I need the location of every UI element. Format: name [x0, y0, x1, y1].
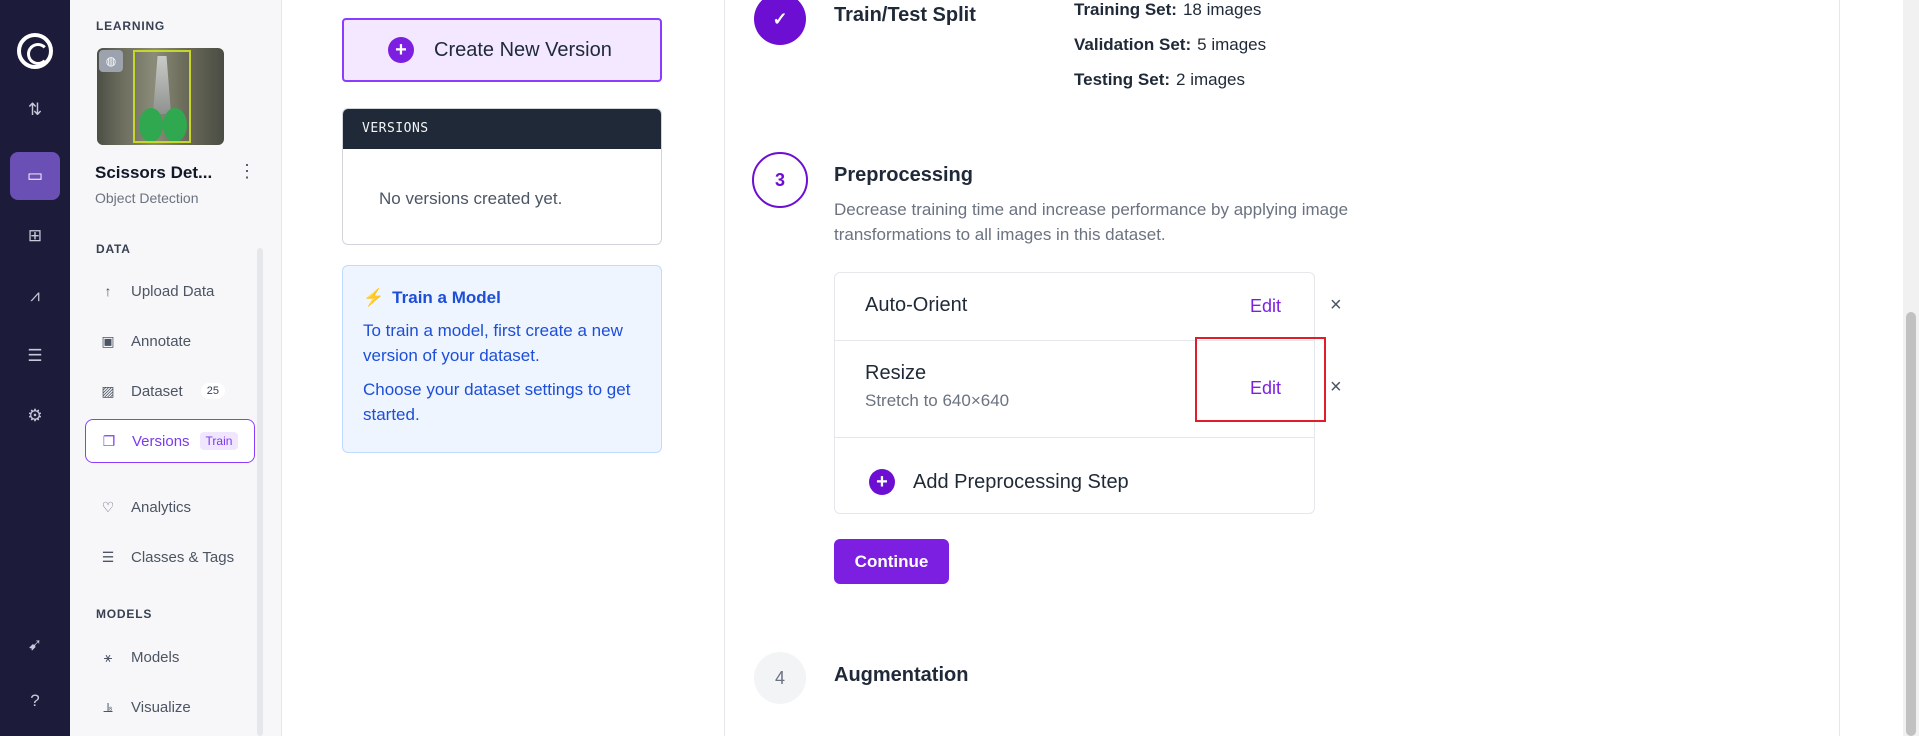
bar-chart-icon: ⫡ [103, 698, 113, 715]
inbox-icon[interactable]: ▭ [10, 152, 60, 200]
project-sidebar: LEARNING ◍ Scissors Det... ⋮ Object Dete… [70, 0, 282, 736]
highlight-box [1195, 337, 1326, 422]
image-icon: ▨ [101, 382, 115, 399]
sidebar-item-label: Models [131, 648, 180, 666]
step-number-preprocessing: 3 [752, 152, 808, 208]
versions-header: VERSIONS [343, 109, 661, 149]
sidebar-item-analytics[interactable]: ♡ Analytics [85, 485, 255, 529]
versions-empty-message: No versions created yet. [379, 189, 563, 208]
upload-download-icon[interactable]: ⇅ [10, 86, 60, 134]
project-name: Scissors Det... [95, 163, 213, 182]
continue-button[interactable]: Continue [834, 539, 949, 584]
sidebar-scrollbar[interactable] [257, 248, 263, 736]
learning-section-label: LEARNING [96, 19, 166, 33]
step-title-preprocessing: Preprocessing [834, 164, 973, 186]
heart-pulse-icon: ♡ [101, 498, 115, 515]
step-title-train-test-split: Train/Test Split [834, 4, 976, 26]
training-set-line: Training Set: 18 images [1074, 0, 1261, 20]
project-menu-icon[interactable]: ⋮ [238, 161, 256, 182]
sidebar-item-upload-data[interactable]: ↑ Upload Data [85, 269, 255, 313]
preprocessing-step-row: Auto-Orient [835, 273, 1314, 341]
globe-icon: ◍ [99, 50, 123, 72]
sidebar-item-label: Versions [132, 432, 190, 450]
preprocessing-step-detail: Stretch to 640×640 [865, 391, 1010, 410]
logo-icon[interactable] [17, 33, 53, 69]
models-section-label: MODELS [96, 607, 153, 621]
annotation-box-graphic [133, 50, 191, 143]
training-set-label: Training Set: [1074, 0, 1177, 19]
step-number-augmentation: 4 [754, 652, 806, 704]
train-model-title-text: Train a Model [392, 288, 501, 307]
remove-resize-icon[interactable]: × [1330, 376, 1342, 399]
sidebar-item-label: Upload Data [131, 282, 215, 300]
remove-auto-orient-icon[interactable]: × [1330, 294, 1342, 317]
testing-set-value: 2 images [1176, 70, 1246, 89]
list-icon: ☰ [101, 548, 115, 565]
create-new-version-label: Create New Version [434, 38, 612, 61]
chart-icon[interactable]: ⩘ [10, 272, 60, 320]
dataset-count-badge: 25 [200, 383, 225, 399]
project-thumbnail[interactable]: ◍ [97, 48, 224, 145]
plus-circle-icon: + [869, 469, 895, 495]
preprocessing-step-name: Auto-Orient [865, 294, 968, 316]
server-icon[interactable]: ☰ [10, 332, 60, 380]
versions-icon: ❐ [102, 432, 116, 449]
sidebar-item-label: Dataset [131, 382, 183, 400]
project-type: Object Detection [95, 190, 199, 206]
versions-card: VERSIONS No versions created yet. [342, 108, 662, 245]
train-badge: Train [199, 432, 239, 450]
sidebar-item-classes-tags[interactable]: ☰ Classes & Tags [85, 535, 255, 579]
sidebar-item-label: Classes & Tags [131, 548, 235, 566]
validation-set-label: Validation Set: [1074, 35, 1192, 54]
sidebar-item-label: Annotate [131, 332, 192, 350]
train-model-card: ⚡ Train a Model To train a model, first … [342, 265, 662, 453]
sidebar-item-models[interactable]: ⚹ Models [85, 635, 255, 679]
create-new-version-button[interactable]: + Create New Version [342, 18, 662, 82]
testing-set-line: Testing Set: 2 images [1074, 70, 1245, 90]
plus-circle-icon: + [388, 37, 414, 63]
page-scrollbar-thumb[interactable] [1906, 312, 1916, 736]
train-model-text: To train a model, first create a new ver… [363, 321, 623, 365]
hierarchy-icon[interactable]: ⊞ [10, 212, 60, 260]
rocket-icon[interactable]: ➹ [10, 621, 60, 669]
lightning-icon: ⚡ [363, 288, 385, 307]
help-icon[interactable]: ? [10, 677, 60, 725]
data-section-label: DATA [96, 242, 131, 256]
add-preprocessing-step-button[interactable]: + Add Preprocessing Step [869, 469, 1129, 495]
edit-auto-orient-link[interactable]: Edit [1250, 296, 1281, 317]
preprocessing-description: Decrease training time and increase perf… [834, 200, 1349, 244]
sidebar-item-dataset[interactable]: ▨ Dataset 25 [85, 369, 255, 413]
network-icon: ⚹ [103, 648, 113, 665]
sidebar-item-annotate[interactable]: ▣ Annotate [85, 319, 255, 363]
training-set-value: 18 images [1182, 0, 1262, 19]
preprocessing-step-name: Resize [865, 362, 927, 384]
sidebar-item-visualize[interactable]: ⫡ Visualize [85, 685, 255, 729]
add-preprocessing-step-label: Add Preprocessing Step [913, 470, 1129, 493]
testing-set-label: Testing Set: [1074, 70, 1171, 89]
train-model-text: Choose your dataset settings to get star… [363, 380, 631, 424]
step-title-augmentation: Augmentation [834, 664, 969, 686]
sidebar-item-label: Visualize [131, 698, 191, 716]
settings-icon[interactable]: ⚙ [10, 392, 60, 440]
icon-rail: ⇅ ▭ ⊞ ⩘ ☰ ⚙ ➹ ? [0, 0, 70, 736]
sidebar-item-label: Analytics [131, 498, 192, 516]
train-model-title: ⚡ Train a Model [363, 288, 641, 308]
upload-icon: ↑ [104, 283, 112, 299]
validation-set-value: 5 images [1197, 35, 1267, 54]
validation-set-line: Validation Set: 5 images [1074, 35, 1266, 55]
sidebar-item-versions[interactable]: ❐ Versions Train [85, 419, 255, 463]
annotate-icon: ▣ [101, 332, 115, 349]
